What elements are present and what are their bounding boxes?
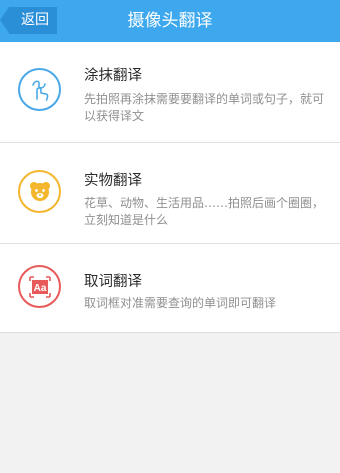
list-item-smear-translate[interactable]: 涂抹翻译 先拍照再涂抹需要要翻译的单词或句子，就可以获得译文: [0, 42, 340, 143]
item-description: 花草、动物、生活用品……拍照后画个圈圈，立刻知道是什么: [84, 196, 325, 227]
item-title: 取词翻译: [84, 274, 142, 290]
app-header: 返回 摄像头翻译: [0, 0, 340, 42]
item-description: 先拍照再涂抹需要要翻译的单词或句子，就可以获得译文: [84, 92, 325, 123]
page-title: 摄像头翻译: [127, 11, 213, 31]
finger-smear-icon: [18, 68, 61, 111]
list-item-object-translate[interactable]: 实物翻译 花草、动物、生活用品……拍照后画个圈圈，立刻知道是什么: [0, 143, 340, 244]
item-description: 取词框对准需要查询的单词即可翻译: [84, 296, 277, 310]
item-title: 实物翻译: [84, 173, 142, 189]
bear-icon: [18, 170, 61, 213]
text-aa-icon: Aa: [18, 265, 61, 308]
list-item-word-pick-translate[interactable]: Aa 取词翻译 取词框对准需要查询的单词即可翻译: [0, 244, 340, 332]
translation-mode-list: 涂抹翻译 先拍照再涂抹需要要翻译的单词或句子，就可以获得译文 实物翻译 花草、动…: [0, 42, 340, 333]
svg-text:Aa: Aa: [33, 283, 46, 294]
item-title: 涂抹翻译: [84, 68, 142, 84]
